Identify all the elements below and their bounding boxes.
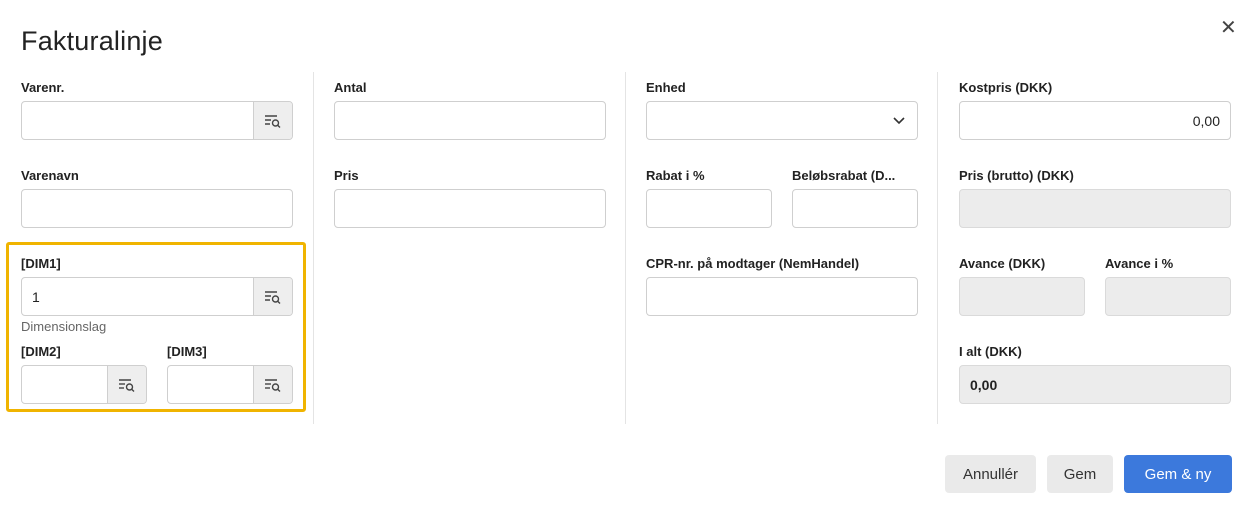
dim1-hint: Dimensionslag: [21, 319, 107, 334]
rabat-input[interactable]: [646, 189, 772, 228]
varenr-label: Varenr.: [21, 80, 65, 95]
kostpris-input[interactable]: 0,00: [959, 101, 1231, 140]
list-search-icon[interactable]: [253, 102, 292, 139]
varenavn-input[interactable]: [21, 189, 293, 228]
list-search-icon[interactable]: [253, 278, 292, 315]
dim2-label: [DIM2]: [21, 344, 61, 359]
beloebsrabat-input[interactable]: [792, 189, 918, 228]
enhed-select[interactable]: [646, 101, 918, 140]
avance-pct-label: Avance i %: [1105, 256, 1174, 271]
beloebsrabat-label: Beløbsrabat (D...: [792, 168, 896, 183]
avance-pct-field: [1105, 277, 1231, 316]
varenr-lookup: [21, 101, 293, 140]
chevron-down-icon: [893, 116, 905, 124]
avance-field: [959, 277, 1085, 316]
column-divider: [625, 72, 626, 424]
dim1-label: [DIM1]: [21, 256, 61, 271]
pris-brutto-label: Pris (brutto) (DKK): [959, 168, 1074, 183]
cpr-label: CPR-nr. på modtager (NemHandel): [646, 256, 860, 271]
save-button[interactable]: Gem: [1047, 455, 1113, 493]
dim1-lookup: 1: [21, 277, 293, 316]
list-search-icon[interactable]: [253, 366, 292, 403]
pris-input[interactable]: [334, 189, 606, 228]
avance-label: Avance (DKK): [959, 256, 1046, 271]
ialt-label: I alt (DKK): [959, 344, 1022, 359]
dim2-lookup: [21, 365, 147, 404]
dim2-input[interactable]: [22, 366, 107, 403]
varenr-input[interactable]: [22, 102, 253, 139]
cpr-input[interactable]: [646, 277, 918, 316]
column-divider: [313, 72, 314, 424]
enhed-label: Enhed: [646, 80, 686, 95]
dim3-lookup: [167, 365, 293, 404]
ialt-field: 0,00: [959, 365, 1231, 404]
column-divider: [937, 72, 938, 424]
pris-brutto-field: [959, 189, 1231, 228]
dim3-label: [DIM3]: [167, 344, 207, 359]
list-search-icon[interactable]: [107, 366, 146, 403]
dim3-input[interactable]: [168, 366, 253, 403]
varenavn-label: Varenavn: [21, 168, 79, 183]
dim1-input[interactable]: 1: [22, 278, 253, 315]
cancel-button[interactable]: Annullér: [945, 455, 1036, 493]
antal-label: Antal: [334, 80, 367, 95]
close-icon[interactable]: ✕: [1220, 18, 1237, 38]
kostpris-label: Kostpris (DKK): [959, 80, 1053, 95]
antal-input[interactable]: [334, 101, 606, 140]
rabat-label: Rabat i %: [646, 168, 705, 183]
pris-label: Pris: [334, 168, 359, 183]
save-and-new-button[interactable]: Gem & ny: [1124, 455, 1232, 493]
dialog-title: Fakturalinje: [21, 26, 163, 56]
